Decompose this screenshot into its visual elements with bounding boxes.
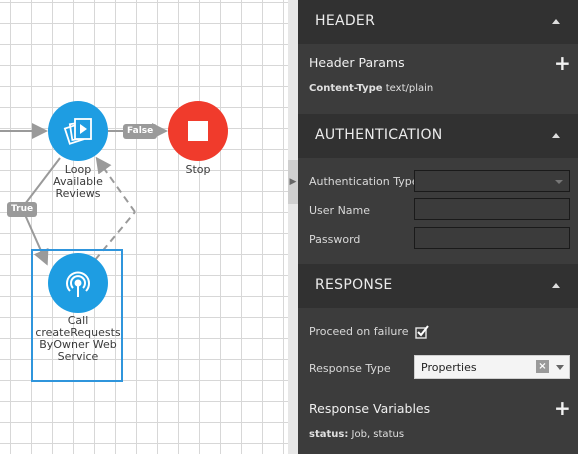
auth-type-select[interactable] [414,170,570,192]
response-variable-row: status: Job, status [309,429,404,440]
true-edge-label: True [7,202,38,217]
header-section-bar[interactable]: HEADER [298,0,578,44]
header-params-label: Header Params [309,55,405,70]
header-param-row: Content-Type text/plain [309,83,433,94]
authentication-section-bar[interactable]: AUTHENTICATION [298,114,578,158]
panel-divider[interactable] [288,0,298,454]
response-type-select[interactable]: Properties × [414,355,570,379]
flow-connectors [0,101,228,313]
header-param-key: Content-Type [309,83,383,94]
stop-icon [188,121,208,141]
loop-node-label: Loop Available Reviews [53,163,103,200]
selected-node-frame[interactable] [31,249,123,382]
proceed-on-failure-checkbox[interactable] [415,325,429,339]
response-type-value: Properties [421,361,477,374]
clear-selection-icon[interactable]: × [536,360,549,373]
proceed-on-failure-label: Proceed on failure [309,325,409,338]
username-input[interactable] [414,198,570,220]
response-variable-value: Job, status [351,429,405,440]
username-label: User Name [309,204,371,217]
header-param-value: text/plain [385,83,434,94]
password-input[interactable] [414,227,570,249]
response-section-bar[interactable]: RESPONSE [298,264,578,308]
flow-canvas[interactable]: False True Loop Available Reviews Stop C… [0,0,288,454]
response-type-label: Response Type [309,362,391,375]
stop-node-label: Stop [185,163,211,176]
collapse-header-icon[interactable] [552,19,560,24]
false-edge-label: False [123,124,158,139]
response-section-title: RESPONSE [315,277,393,293]
chevron-down-icon [555,180,563,184]
add-header-param-icon[interactable]: + [554,53,571,73]
chevron-right-icon: ▶ [289,177,297,187]
header-section-title: HEADER [315,13,376,29]
collapse-authentication-icon[interactable] [552,133,560,138]
authentication-section-title: AUTHENTICATION [315,127,443,143]
response-variable-key: status: [309,429,349,440]
auth-type-label: Authentication Type [309,175,419,188]
response-variables-label: Response Variables [309,401,431,416]
add-response-variable-icon[interactable]: + [554,398,571,418]
chevron-down-icon[interactable] [556,365,564,370]
collapse-panel-toggle[interactable]: ▶ [288,160,298,204]
properties-panel: HEADER Header Params + Content-Type text… [298,0,578,454]
password-label: Password [309,233,361,246]
collapse-response-icon[interactable] [552,283,560,288]
